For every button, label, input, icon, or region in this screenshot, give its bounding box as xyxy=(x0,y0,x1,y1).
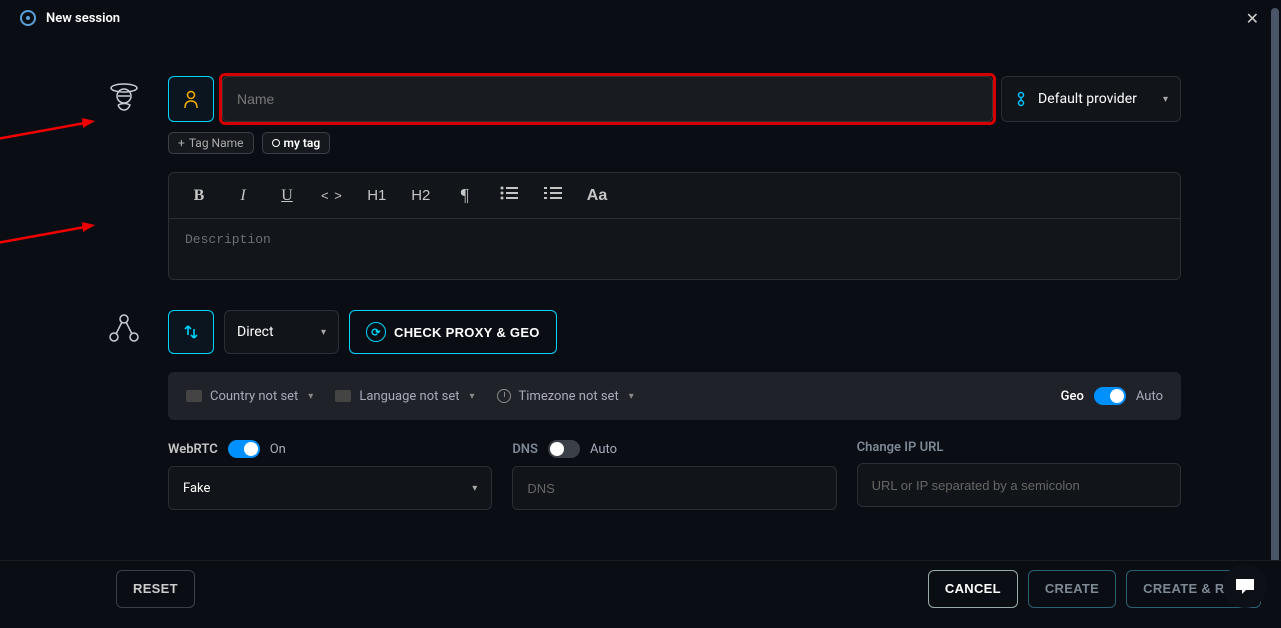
webrtc-mode-select[interactable]: Fake ▾ xyxy=(168,466,492,510)
plus-icon: + xyxy=(178,136,185,150)
flag-icon xyxy=(335,390,351,402)
close-button[interactable]: ✕ xyxy=(1238,5,1267,32)
flag-icon xyxy=(186,390,202,402)
geo-bar: Country not set ▾ Language not set ▾ Tim… xyxy=(168,372,1181,420)
bold-button[interactable]: B xyxy=(189,187,209,205)
chevron-down-icon: ▾ xyxy=(629,391,634,402)
check-proxy-label: CHECK PROXY & GEO xyxy=(394,325,540,340)
refresh-icon: ⟳ xyxy=(366,322,386,342)
chevron-down-icon: ▾ xyxy=(472,483,477,494)
description-textarea[interactable] xyxy=(169,219,1180,275)
h1-button[interactable]: H1 xyxy=(367,187,387,204)
connection-mode-select[interactable]: Direct ▾ xyxy=(224,310,339,354)
underline-button[interactable]: U xyxy=(277,187,297,205)
webrtc-state: On xyxy=(270,442,286,457)
cancel-button[interactable]: CANCEL xyxy=(928,570,1018,608)
changeip-input[interactable] xyxy=(872,478,1166,493)
provider-label: Default provider xyxy=(1038,91,1137,107)
check-proxy-button[interactable]: ⟳ CHECK PROXY & GEO xyxy=(349,310,557,354)
paragraph-button[interactable]: ¶ xyxy=(455,185,475,206)
geo-mode-label: Auto xyxy=(1136,389,1163,404)
chevron-down-icon: ▾ xyxy=(321,327,326,338)
swap-icon xyxy=(182,323,200,341)
country-select[interactable]: Country not set ▾ xyxy=(186,389,313,404)
identity-type-button[interactable] xyxy=(168,76,214,122)
persona-icon xyxy=(106,78,142,114)
code-button[interactable]: < > xyxy=(321,188,343,203)
dns-input[interactable] xyxy=(527,481,821,496)
connection-mode-label: Direct xyxy=(237,324,274,340)
proxy-type-button[interactable] xyxy=(168,310,214,354)
create-button[interactable]: CREATE xyxy=(1028,570,1116,608)
add-tag-button[interactable]: + Tag Name xyxy=(168,132,254,154)
textsize-button[interactable]: Aa xyxy=(587,187,607,205)
dns-input-wrap xyxy=(512,466,836,510)
italic-button[interactable]: I xyxy=(233,187,253,205)
chat-icon xyxy=(1234,577,1256,595)
tag-label: my tag xyxy=(284,136,321,150)
chevron-down-icon: ▾ xyxy=(1163,94,1168,105)
clock-icon xyxy=(497,389,511,403)
reset-button[interactable]: RESET xyxy=(116,570,195,608)
editor-toolbar: B I U < > H1 H2 ¶ Aa xyxy=(169,173,1180,219)
footer: RESET CANCEL CREATE CREATE & RUN xyxy=(0,560,1281,616)
webrtc-toggle[interactable] xyxy=(228,440,260,458)
help-fab[interactable] xyxy=(1223,564,1267,608)
window-title: New session xyxy=(46,11,120,26)
timezone-select[interactable]: Timezone not set ▾ xyxy=(497,389,634,404)
session-name-input[interactable] xyxy=(222,76,993,122)
timezone-label: Timezone not set xyxy=(519,389,619,404)
language-select[interactable]: Language not set ▾ xyxy=(335,389,474,404)
webrtc-label: WebRTC xyxy=(168,442,218,457)
add-tag-label: Tag Name xyxy=(189,136,244,150)
dns-label: DNS xyxy=(512,442,538,457)
vertical-scrollbar[interactable] xyxy=(1271,8,1279,568)
country-label: Country not set xyxy=(210,389,298,404)
changeip-label: Change IP URL xyxy=(857,440,944,455)
dns-toggle[interactable] xyxy=(548,440,580,458)
annotation-arrow xyxy=(0,118,100,148)
network-icon xyxy=(107,312,141,346)
webrtc-mode-label: Fake xyxy=(183,481,210,496)
bullet-list-button[interactable] xyxy=(499,186,519,205)
provider-icon xyxy=(1014,90,1028,108)
tag-dot-icon xyxy=(272,139,280,147)
annotation-arrow xyxy=(0,222,100,252)
titlebar: New session ✕ xyxy=(0,0,1281,36)
changeip-input-wrap xyxy=(857,463,1181,507)
geo-label: Geo xyxy=(1061,389,1084,404)
tag-chip[interactable]: my tag xyxy=(262,132,331,154)
chevron-down-icon: ▾ xyxy=(469,391,474,402)
dns-state: Auto xyxy=(590,442,617,457)
provider-select[interactable]: Default provider ▾ xyxy=(1001,76,1181,122)
description-editor: B I U < > H1 H2 ¶ Aa xyxy=(168,172,1181,280)
chevron-down-icon: ▾ xyxy=(308,391,313,402)
app-icon xyxy=(20,10,36,26)
language-label: Language not set xyxy=(359,389,459,404)
geo-toggle[interactable] xyxy=(1094,387,1126,405)
number-list-button[interactable] xyxy=(543,186,563,205)
h2-button[interactable]: H2 xyxy=(411,187,431,204)
person-icon xyxy=(182,89,200,109)
